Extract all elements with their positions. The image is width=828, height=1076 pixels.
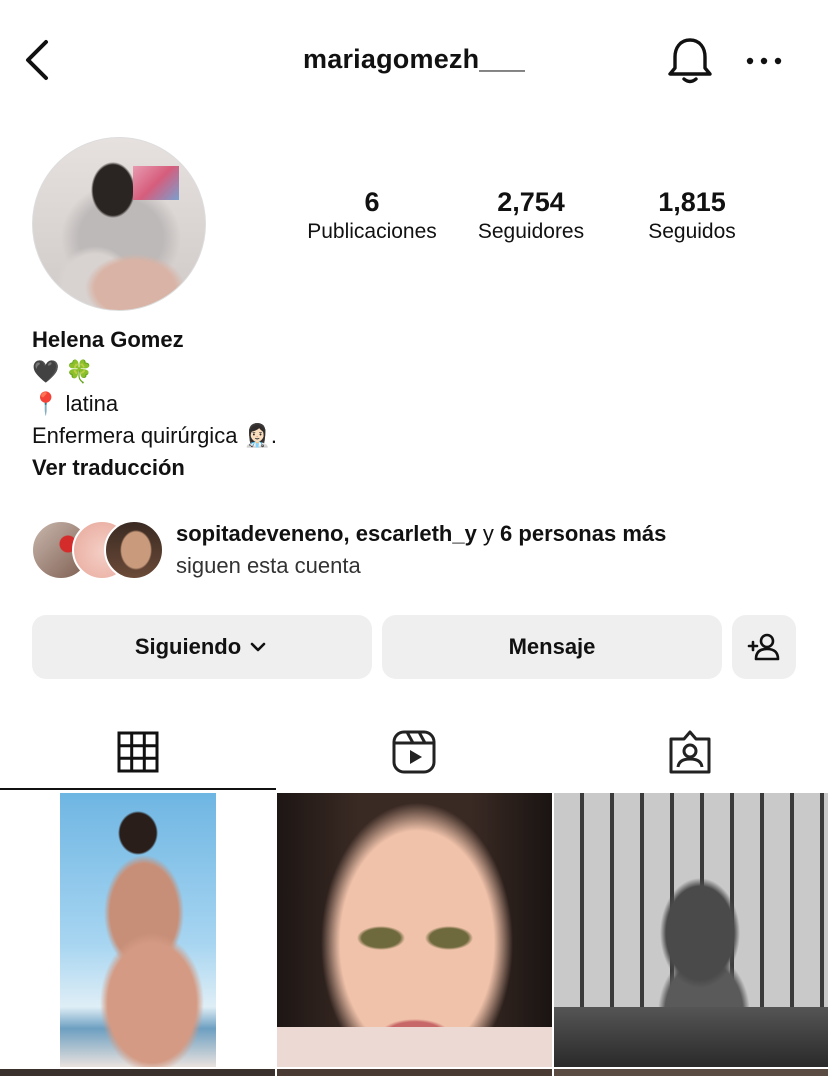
profile-bio: Helena Gomez 🖤 🍀 📍 latina Enfermera quir…: [32, 324, 277, 484]
stat-following-label: Seguidos: [648, 220, 736, 243]
chevron-down-icon: [250, 642, 266, 652]
reels-icon: [392, 730, 436, 774]
stat-following-count: 1,815: [658, 187, 726, 217]
followed-by-summary[interactable]: sopitadeveneno, escarleth_y y 6 personas…: [176, 518, 666, 582]
more-horizontal-icon: [746, 57, 782, 65]
post-thumbnail[interactable]: [554, 793, 828, 1067]
grid-icon: [117, 731, 159, 773]
suggest-people-button[interactable]: [732, 615, 796, 679]
stat-posts[interactable]: 6 Publicaciones: [290, 186, 454, 246]
tagged-icon: [669, 730, 711, 774]
post-thumbnail[interactable]: [554, 1069, 828, 1076]
more-options-button[interactable]: [740, 44, 788, 78]
following-button-label: Siguiendo: [134, 634, 242, 659]
tab-posts-grid[interactable]: [0, 714, 276, 790]
post-image-detail: [554, 1007, 828, 1067]
bio-line-location: 📍 latina: [32, 391, 119, 416]
profile-avatar[interactable]: [32, 137, 206, 311]
notifications-button[interactable]: [664, 36, 716, 86]
bell-icon: [668, 38, 712, 84]
followed-by-others[interactable]: 6 personas más: [500, 521, 666, 546]
post-thumbnail[interactable]: [0, 793, 275, 1067]
stat-posts-label: Publicaciones: [307, 220, 437, 243]
followed-by-subtitle: siguen esta cuenta: [176, 553, 361, 578]
stat-followers[interactable]: 2,754 Seguidores: [460, 186, 602, 246]
followed-by-user1[interactable]: sopitadeveneno: [176, 521, 343, 546]
following-button[interactable]: Siguiendo: [32, 615, 372, 679]
post-thumbnail[interactable]: [0, 1069, 275, 1076]
bio-line-emojis: 🖤 🍀: [32, 359, 93, 384]
tab-reels[interactable]: [276, 714, 552, 790]
post-thumbnail[interactable]: [277, 793, 552, 1067]
followed-by-connector: y: [476, 521, 501, 546]
post-thumbnail[interactable]: [277, 1069, 552, 1076]
add-person-icon: [747, 633, 780, 661]
post-image: [60, 793, 216, 1067]
active-tab-indicator: [0, 788, 276, 790]
avatar-photo-detail: [133, 166, 179, 200]
message-button-label: Mensaje: [508, 634, 596, 659]
stat-followers-label: Seguidores: [477, 220, 585, 243]
stat-following[interactable]: 1,815 Seguidos: [624, 186, 760, 246]
message-button[interactable]: Mensaje: [382, 615, 722, 679]
bio-line-occupation: Enfermera quirúrgica 👩🏻‍⚕️.: [32, 423, 278, 448]
stat-posts-count: 6: [364, 187, 380, 217]
follower-avatar[interactable]: [104, 520, 164, 580]
followed-by-user2[interactable]: escarleth_y: [356, 521, 477, 546]
profile-display-name: Helena Gomez: [32, 327, 184, 352]
post-image-detail: [277, 1027, 552, 1067]
see-translation-link[interactable]: Ver traducción: [32, 452, 277, 484]
stat-followers-count: 2,754: [497, 187, 565, 217]
followed-by-separator: ,: [343, 521, 356, 546]
tab-tagged[interactable]: [552, 714, 828, 790]
